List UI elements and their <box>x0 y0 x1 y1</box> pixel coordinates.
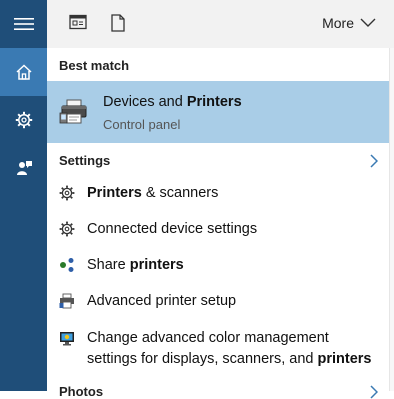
settings-heading: Settings <box>59 153 111 168</box>
gear-icon <box>15 111 32 129</box>
hamburger-menu-button[interactable] <box>0 0 47 48</box>
label-bold: Printers <box>87 185 142 201</box>
photos-chevron-right-icon[interactable] <box>370 385 378 399</box>
scrollbar-track[interactable] <box>389 48 394 391</box>
home-icon <box>15 64 32 80</box>
person-feedback-icon <box>16 161 32 175</box>
list-item-advanced-printer-setup[interactable]: Advanced printer setup <box>47 286 390 318</box>
apps-filter-button[interactable] <box>69 14 87 35</box>
gear-icon <box>59 221 75 237</box>
more-label: More <box>322 15 354 31</box>
settings-chevron-right-icon[interactable] <box>370 154 378 168</box>
label-line1: Change advanced color management <box>87 330 329 346</box>
label-line2-bold: printers <box>317 351 372 367</box>
document-icon <box>111 14 125 32</box>
label-line2: settings for displays, scanners, and pri… <box>87 349 372 370</box>
best-match-title-prefix: Devices and <box>103 94 187 110</box>
devices-printers-icon <box>59 97 89 130</box>
top-bar: More <box>47 0 394 49</box>
home-button[interactable] <box>0 48 47 96</box>
list-item-share-printers[interactable]: Share printers <box>47 250 390 282</box>
best-match-title: Devices and Printers <box>103 94 242 110</box>
list-item-color-management[interactable]: Change advanced color management setting… <box>47 328 390 372</box>
list-item-label: Advanced printer setup <box>87 293 237 309</box>
best-match-heading: Best match <box>59 58 130 73</box>
list-item-label: Connected device settings <box>87 221 258 237</box>
list-item-printers-scanners[interactable]: Printers & scanners <box>47 178 390 210</box>
label-line2-prefix: settings for displays, scanners, and <box>87 351 318 367</box>
gear-icon <box>59 185 75 201</box>
documents-filter-button[interactable] <box>111 14 125 37</box>
label-bold: printers <box>129 257 184 273</box>
list-item-label: Change advanced color management setting… <box>87 328 372 370</box>
label-prefix: Share <box>87 257 130 273</box>
more-dropdown[interactable]: More <box>322 15 376 31</box>
photos-heading: Photos <box>59 384 104 399</box>
chevron-down-icon <box>360 18 376 27</box>
monitor-color-icon <box>60 332 74 346</box>
feedback-button[interactable] <box>0 144 47 192</box>
list-item-label: Share printers <box>87 257 184 273</box>
best-match-subtitle: Control panel <box>103 117 181 132</box>
app-window-icon <box>69 14 87 30</box>
list-item-connected-device-settings[interactable]: Connected device settings <box>47 214 390 246</box>
best-match-result[interactable]: Devices and Printers Control panel <box>47 81 390 143</box>
settings-button[interactable] <box>0 96 47 144</box>
results-pane: Best match Devices and Printers Control … <box>47 48 390 399</box>
share-icon <box>60 258 74 272</box>
hamburger-icon <box>13 18 34 30</box>
printer-network-icon <box>59 293 74 309</box>
best-match-title-bold: Printers <box>186 94 242 110</box>
list-item-label: Printers & scanners <box>87 185 218 201</box>
label-rest: & scanners <box>141 185 219 201</box>
